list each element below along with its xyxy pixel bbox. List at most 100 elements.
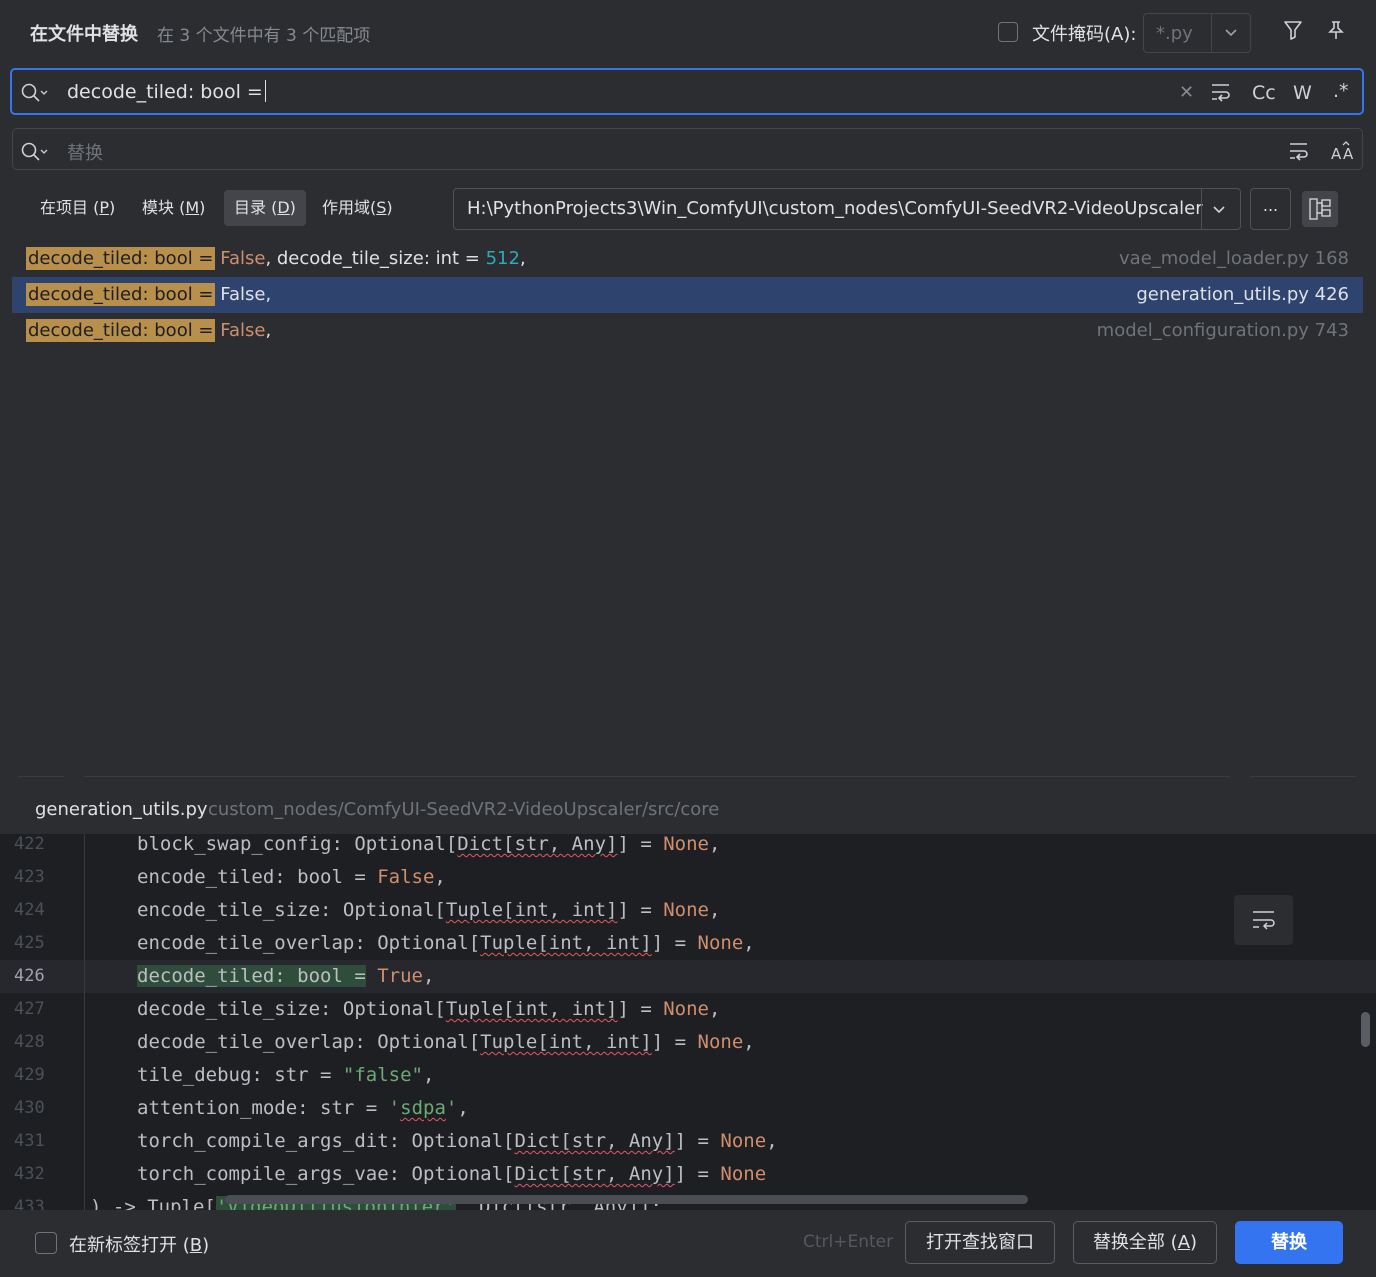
filter-icon[interactable] <box>1282 19 1304 41</box>
code-text: attention_mode: str = 'sdpa', <box>137 1097 469 1119</box>
code-text: torch_compile_args_dit: Optional[Dict[st… <box>137 1130 778 1152</box>
result-file-ref: vae_model_loader.py 168 <box>1119 248 1349 269</box>
code-line: 425 encode_tile_overlap: Optional[Tuple[i… <box>0 927 1376 960</box>
line-number: 431 <box>14 1131 45 1151</box>
code-text: decode_tile_overlap: Optional[Tuple[int,… <box>137 1031 755 1053</box>
search-input[interactable]: decode_tiled: bool = <box>67 80 267 103</box>
line-number: 427 <box>14 999 45 1019</box>
tab-label: 模块 ( <box>142 198 186 217</box>
code-line: 429 tile_debug: str = "false", <box>0 1059 1376 1092</box>
tab-directory[interactable]: 目录 (D) <box>224 190 306 226</box>
code-line: 424 encode_tile_size: Optional[Tuple[int,… <box>0 894 1376 927</box>
replace-button[interactable]: 替换 <box>1235 1221 1343 1264</box>
browse-button[interactable]: ... <box>1250 188 1291 230</box>
tab-module[interactable]: 模块 (M) <box>132 190 215 226</box>
result-text-end: , <box>519 248 526 269</box>
splitter[interactable] <box>84 776 1230 777</box>
line-number: 428 <box>14 1032 45 1052</box>
whole-word-icon[interactable]: W <box>1293 82 1312 104</box>
match-case-icon[interactable]: Cc <box>1252 82 1276 104</box>
open-find-window-button[interactable]: 打开查找窗口 <box>905 1221 1055 1264</box>
tab-mnemonic: D <box>277 198 290 217</box>
tab-scope[interactable]: 作用域(S) <box>312 190 403 226</box>
preserve-case-icon[interactable]: AA <box>1330 138 1356 162</box>
code-line: 427 decode_tile_size: Optional[Tuple[int,… <box>0 993 1376 1026</box>
line-number: 430 <box>14 1098 45 1118</box>
file-mask-combo[interactable]: *.py <box>1143 13 1251 53</box>
gutter-divider <box>84 834 85 1210</box>
pin-icon[interactable] <box>1325 19 1347 41</box>
result-row-selected[interactable]: decode_tiled: bool = False, generation_u… <box>12 277 1363 313</box>
code-line-current: 426 decode_tiled: bool = True, <box>0 960 1376 993</box>
match-summary: 在 3 个文件中有 3 个匹配项 <box>157 26 371 46</box>
chevron-down-icon[interactable] <box>1211 199 1227 219</box>
replace-all-button[interactable]: 替换全部 (A) <box>1073 1221 1217 1264</box>
result-text: , <box>265 284 272 305</box>
preview-file-path: custom_nodes/ComfyUI-SeedVR2-VideoUpscal… <box>208 799 720 820</box>
vertical-scrollbar[interactable] <box>1361 1012 1370 1047</box>
search-history-icon[interactable] <box>20 141 50 163</box>
tab-label: 作用域( <box>322 198 377 217</box>
replace-field[interactable] <box>12 128 1363 170</box>
open-new-tab-checkbox[interactable] <box>35 1232 57 1254</box>
splitter[interactable] <box>1250 776 1356 777</box>
svg-text:A: A <box>1331 145 1342 162</box>
file-mask-checkbox[interactable] <box>998 22 1018 42</box>
code-line: 428 decode_tile_overlap: Optional[Tuple[i… <box>0 1026 1376 1059</box>
dialog-title: 在文件中替换 <box>30 24 138 45</box>
result-text: , decode_tile_size: int = <box>265 248 486 269</box>
result-number: 512 <box>485 248 520 269</box>
code-line: 430 attention_mode: str = 'sdpa', <box>0 1092 1376 1125</box>
result-file-ref: generation_utils.py 426 <box>1136 284 1349 305</box>
regex-icon[interactable]: .* <box>1333 80 1349 102</box>
chevron-down-icon[interactable] <box>1224 22 1238 42</box>
clear-icon[interactable]: ✕ <box>1179 82 1194 103</box>
preview-file-name: generation_utils.py <box>35 799 208 820</box>
newline-icon[interactable] <box>1288 139 1310 163</box>
tab-mnemonic: P <box>99 198 109 217</box>
directory-combo[interactable]: H:\PythonProjects3\Win_ComfyUI\custom_no… <box>453 188 1241 230</box>
text-caret <box>264 80 267 102</box>
svg-text:A: A <box>1343 145 1354 162</box>
code-text: tile_debug: str = "false", <box>137 1064 435 1086</box>
line-number: 425 <box>14 933 45 953</box>
replace-all-label: 替换全部 ( <box>1092 1232 1178 1253</box>
tab-label-tail: ) <box>199 198 206 217</box>
code-preview[interactable]: 422 block_swap_config: Optional[Dict[str,… <box>0 834 1376 1210</box>
match-highlight: decode_tiled: bool = <box>26 283 215 306</box>
result-row[interactable]: decode_tiled: bool = False, decode_tile_… <box>12 241 1363 277</box>
code-text: decode_tile_size: Optional[Tuple[int, in… <box>137 998 721 1020</box>
code-line: 431 torch_compile_args_dit: Optional[Dict… <box>0 1125 1376 1158</box>
code-text: encode_tile_overlap: Optional[Tuple[int,… <box>137 932 755 954</box>
recursive-directories-icon[interactable] <box>1302 191 1338 227</box>
search-icon[interactable] <box>20 82 50 104</box>
result-text: , <box>265 320 272 341</box>
match-highlight: decode_tiled: bool = <box>26 319 215 342</box>
code-text: encode_tiled: bool = False, <box>137 866 446 888</box>
code-text: torch_compile_args_vae: Optional[Dict[st… <box>137 1163 767 1185</box>
code-text: decode_tiled: bool = True, <box>137 965 435 987</box>
tab-label-tail: ) <box>109 198 116 217</box>
match-highlight: decode_tiled: bool = <box>26 247 215 270</box>
tab-in-project[interactable]: 在项目 (P) <box>30 190 125 226</box>
horizontal-scrollbar[interactable] <box>225 1195 1028 1204</box>
replace-input[interactable]: 替换 <box>67 139 103 165</box>
line-number: 433 <box>14 1197 45 1210</box>
line-number: 429 <box>14 1065 45 1085</box>
open-new-tab-text: 在新标签打开 ( <box>69 1235 190 1256</box>
file-mask-input[interactable]: *.py <box>1156 23 1193 44</box>
tab-label: 目录 ( <box>234 198 278 217</box>
result-keyword: False <box>220 284 266 305</box>
open-new-tab-mnemonic: B <box>189 1235 203 1256</box>
splitter[interactable] <box>18 776 64 777</box>
code-text: encode_tile_size: Optional[Tuple[int, in… <box>137 899 721 921</box>
newline-icon[interactable] <box>1210 80 1232 104</box>
result-file-ref: model_configuration.py 743 <box>1096 320 1349 341</box>
shortcut-hint: Ctrl+Enter <box>803 1232 894 1252</box>
directory-path[interactable]: H:\PythonProjects3\Win_ComfyUI\custom_no… <box>467 198 1203 219</box>
soft-wrap-icon[interactable] <box>1234 895 1293 945</box>
file-mask-label: 文件掩码(A): <box>1032 24 1137 45</box>
line-number: 423 <box>14 867 45 887</box>
code-text: block_swap_config: Optional[Dict[str, An… <box>137 834 721 855</box>
result-row[interactable]: decode_tiled: bool = False, model_config… <box>12 313 1363 349</box>
